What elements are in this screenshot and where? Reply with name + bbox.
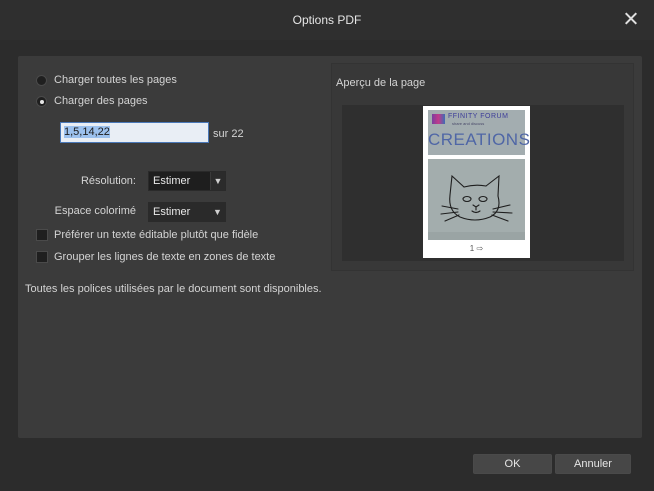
group-lines-checkbox[interactable]: [36, 251, 48, 263]
resolution-value: Estimer: [153, 175, 191, 187]
resolution-label: Résolution:: [80, 175, 136, 187]
editable-text-checkbox[interactable]: [36, 229, 48, 241]
status-message: Toutes les polices utilisées par le docu…: [25, 283, 322, 295]
forum-logo-icon: [432, 114, 445, 124]
editable-text-label: Préférer un texte éditable plutôt que fi…: [54, 229, 259, 241]
thumbnail-header-text: FFINITY FORUM: [448, 113, 509, 120]
load-some-pages-radio[interactable]: [36, 95, 47, 107]
load-all-pages-label: Charger toutes les pages: [54, 74, 177, 86]
load-some-pages-option[interactable]: Charger des pages: [36, 95, 148, 107]
editable-text-option[interactable]: Préférer un texte éditable plutôt que fi…: [36, 229, 258, 241]
colorspace-select[interactable]: Estimer ▼: [148, 202, 226, 222]
load-some-pages-label: Charger des pages: [54, 95, 148, 107]
arrow-right-icon: ⇨: [476, 244, 484, 253]
group-lines-label: Grouper les lignes de texte en zones de …: [54, 251, 276, 263]
pages-input[interactable]: 1,5,14,22: [60, 122, 209, 143]
title-bar: Options PDF: [0, 0, 654, 40]
thumbnail-footer-strip: [428, 232, 525, 240]
ok-button[interactable]: OK: [473, 454, 552, 474]
colorspace-value: Estimer: [153, 206, 191, 218]
cancel-button[interactable]: Annuler: [555, 454, 631, 474]
page-thumbnail: FFINITY FORUM share and discuss CREATION…: [423, 106, 530, 258]
thumbnail-title: CREATIONS: [428, 130, 531, 149]
thumbnail-header-sub: share and discuss: [452, 121, 485, 126]
load-all-pages-radio[interactable]: [36, 74, 47, 86]
page-number: 1: [469, 244, 475, 253]
dialog-panel: Charger toutes les pages Charger des pag…: [18, 56, 642, 438]
colorspace-label: Espace colorimé: [54, 205, 136, 217]
preview-group: Aperçu de la page FFINITY FORUM share an…: [331, 63, 634, 271]
page-count-label: sur 22: [213, 128, 244, 140]
load-options-group: Charger toutes les pages Charger des pag…: [26, 63, 325, 271]
preview-frame: FFINITY FORUM share and discuss CREATION…: [342, 105, 624, 261]
cat-drawing-icon: [440, 174, 513, 222]
preview-title: Aperçu de la page: [336, 77, 426, 89]
pages-input-value: 1,5,14,22: [64, 126, 110, 138]
chevron-down-icon[interactable]: ▼: [210, 172, 225, 190]
load-all-pages-option[interactable]: Charger toutes les pages: [36, 74, 177, 86]
page-indicator: 1 ⇨: [423, 244, 530, 253]
close-icon[interactable]: [622, 10, 640, 28]
cat-illustration: [428, 159, 525, 240]
resolution-select[interactable]: Estimer ▼: [148, 171, 226, 191]
window-title: Options PDF: [292, 13, 362, 27]
group-lines-option[interactable]: Grouper les lignes de texte en zones de …: [36, 251, 275, 263]
thumbnail-header: FFINITY FORUM share and discuss CREATION…: [428, 110, 531, 155]
chevron-down-icon[interactable]: ▼: [210, 203, 225, 221]
